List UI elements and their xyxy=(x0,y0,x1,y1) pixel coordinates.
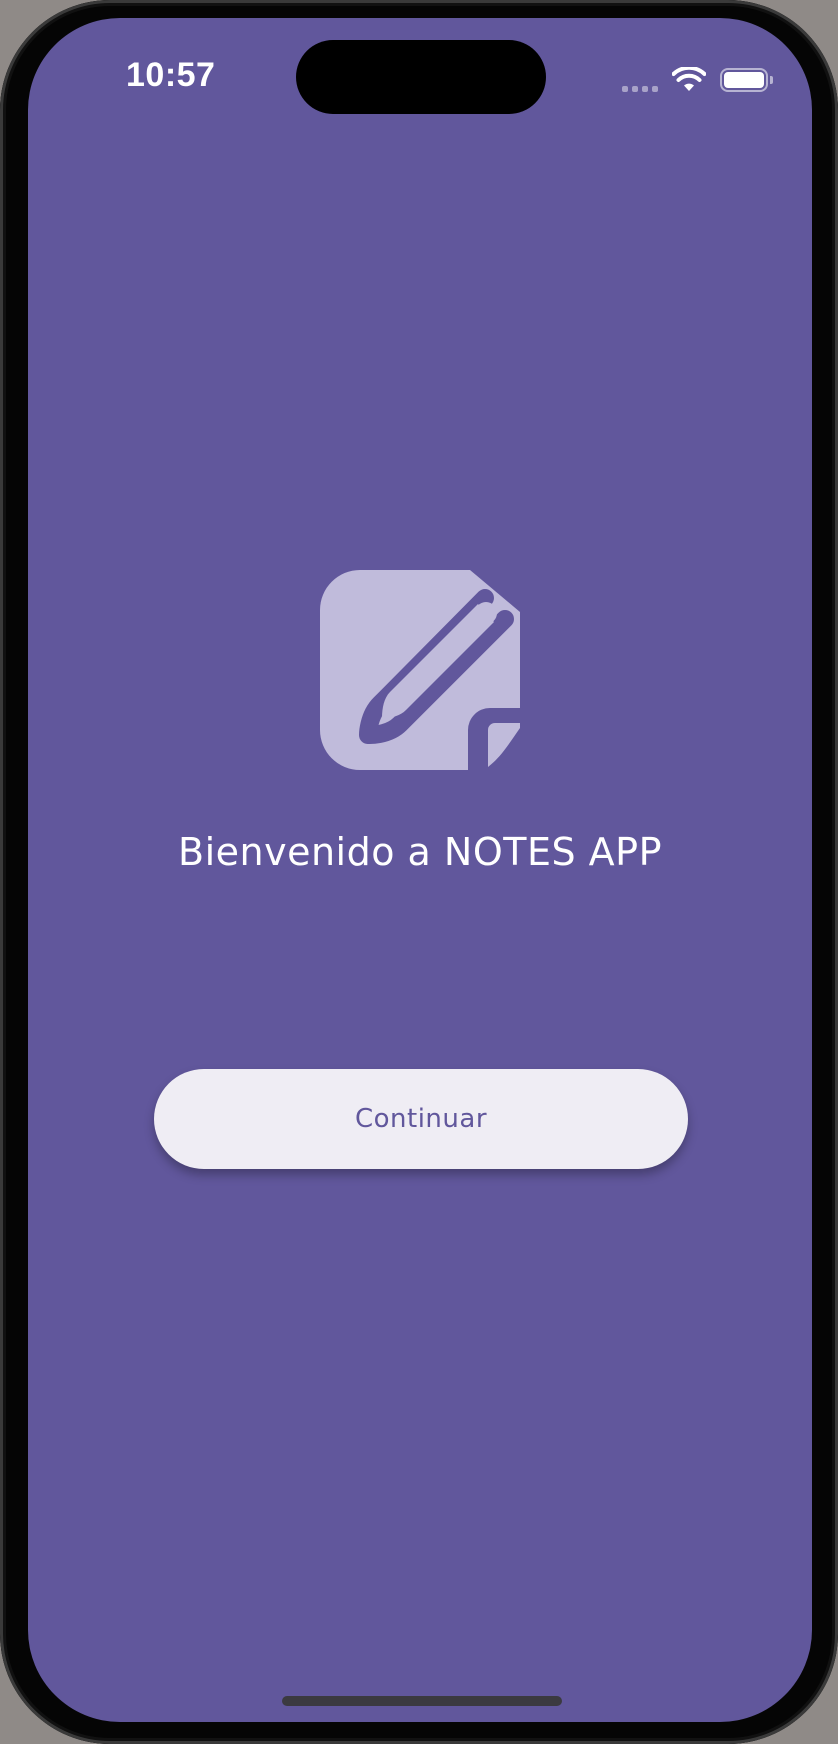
continue-button-label: Continuar xyxy=(354,1104,488,1134)
wifi-icon xyxy=(672,67,706,91)
note-edit-icon xyxy=(320,570,520,770)
cellular-signal-icon xyxy=(622,68,658,92)
app-screen: 10:57 Bienvenido a NOTES APP Continuar xyxy=(28,18,812,1722)
continue-button[interactable]: Continuar xyxy=(154,1069,688,1169)
dynamic-island xyxy=(296,40,546,114)
home-indicator[interactable] xyxy=(282,1696,562,1706)
status-bar: 10:57 xyxy=(28,18,812,128)
battery-icon xyxy=(720,68,773,92)
status-icons xyxy=(622,64,773,96)
welcome-title: Bienvenido a NOTES APP xyxy=(178,830,662,874)
status-time: 10:57 xyxy=(126,56,216,94)
phone-frame: 10:57 Bienvenido a NOTES APP Continuar xyxy=(0,0,838,1744)
